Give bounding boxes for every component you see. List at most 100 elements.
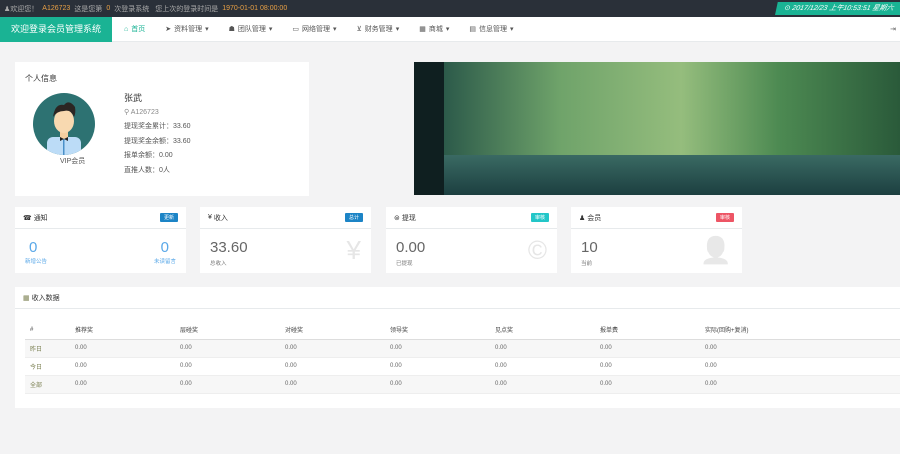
table-cell: 0.00 <box>490 375 595 394</box>
total-income-label: 总收入 <box>210 261 227 267</box>
bonus-total: 提现奖金累计：33.60 <box>124 123 191 130</box>
nav-team[interactable]: ☗ 团队管理 ▾ <box>229 24 273 34</box>
card-title: 通知 <box>33 214 48 222</box>
card-members: ♟ 会员 审核 10 当前 👤 <box>571 207 742 273</box>
table-row: 今日 0.00 0.00 0.00 0.00 0.00 0.00 0.00 <box>25 357 900 376</box>
profile-panel: 个人信息 VIP会员 张武 ⚲ A126723 提现奖金累计：33.60 提现奖… <box>15 62 309 196</box>
nav-label: 商城 <box>428 26 443 33</box>
income-table: # 推荐奖 层碰奖 对碰奖 领导奖 见点奖 报单费 实际(回购+复消) 昨日 0.00 0.00 0… <box>25 321 900 394</box>
profile-details: 张武 ⚲ A126723 提现奖金累计：33.60 提现奖金余额：33.60 报… <box>124 91 191 178</box>
shop-icon: ▦ <box>419 26 426 33</box>
column-header: 见点奖 <box>490 321 595 340</box>
card-badge: 总计 <box>344 213 363 222</box>
table-row: 全部 0.00 0.00 0.00 0.00 0.00 0.00 0.00 <box>25 375 900 394</box>
panel-title: 个人信息 <box>25 74 57 83</box>
table-cell: 0.00 <box>280 339 385 358</box>
table-cell: 0.00 <box>70 357 175 376</box>
table-cell: 0.00 <box>175 375 280 394</box>
member-count-label: 当前 <box>581 261 593 267</box>
table-cell: 0.00 <box>595 357 700 376</box>
card-withdraw: ⊜ 提现 审核 0.00 已提现 © <box>386 207 557 273</box>
income-panel: ▦ 收入数据 # 推荐奖 层碰奖 对碰奖 领导奖 见点奖 报单费 实际(回购+复消) 昨日 0.… <box>15 287 900 408</box>
main-nav: 欢迎登录会员管理系统 ⌂ 首页 ➤ 资料管理 ▾ ☗ 团队管理 ▾ ▭ 网络管理 ▾ ⊻ 财务管… <box>0 16 900 42</box>
cc-icon: ⊜ <box>394 214 400 222</box>
nav-finance[interactable]: ⊻ 财务管理 ▾ <box>357 24 400 34</box>
username: A126723 <box>42 5 71 12</box>
table-cell: 0.00 <box>280 357 385 376</box>
unread-messages-link[interactable]: 未读留言 <box>154 257 176 265</box>
table-cell: 0.00 <box>595 375 700 394</box>
nav-info[interactable]: ▤ 信息管理 ▾ <box>469 24 513 34</box>
column-header: 层碰奖 <box>175 321 280 340</box>
cart-icon: ⊻ <box>356 26 362 33</box>
panel-title: 收入数据 <box>31 294 60 302</box>
team-icon: ☗ <box>228 26 235 33</box>
nav-label: 团队管理 <box>237 26 266 33</box>
withdrawn-label: 已提现 <box>396 261 413 267</box>
nav-label: 财务管理 <box>364 26 393 33</box>
clock: ⊙ 2017/12/23 上午10:53:51 星期六 <box>775 2 900 15</box>
map-marker-icon: ⚲ <box>124 108 130 116</box>
total-income: 33.60 <box>210 239 248 256</box>
nav-shop[interactable]: ▦ 商城 ▾ <box>419 24 449 34</box>
card-notice: ☎ 通知 更新 0 新增公告 0 未读留言 <box>15 207 186 273</box>
home-icon: ⌂ <box>124 25 129 33</box>
add-user-icon: 👤 <box>699 235 732 265</box>
column-header: # <box>25 321 70 340</box>
logout-icon[interactable]: ⇥ <box>890 25 896 33</box>
card-badge: 审核 <box>530 213 549 222</box>
card-badge: 审核 <box>715 213 734 222</box>
table-cell: 0.00 <box>595 339 700 358</box>
column-header: 领导奖 <box>385 321 490 340</box>
table-cell: 0.00 <box>490 357 595 376</box>
table-cell: 0.00 <box>385 339 490 358</box>
table-icon: ▦ <box>23 294 30 302</box>
nav-home[interactable]: ⌂ 首页 <box>124 24 145 34</box>
bonus-balance: 提现奖金余额：33.60 <box>124 137 191 145</box>
info-icon: ▤ <box>469 26 476 33</box>
brand[interactable]: 欢迎登录会员管理系统 <box>0 16 112 42</box>
column-header: 实际(回购+复消) <box>700 321 900 340</box>
member-level: VIP会员 <box>60 158 86 165</box>
table-cell: 全部 <box>25 375 70 394</box>
nav-network[interactable]: ▭ 网络管理 ▾ <box>292 24 336 34</box>
column-header: 报单费 <box>595 321 700 340</box>
table-cell: 0.00 <box>385 375 490 394</box>
new-notices-link[interactable]: 新增公告 <box>25 257 47 265</box>
users-icon: ♟ <box>579 214 586 222</box>
last-login-time: 1970-01-01 08:00:00 <box>222 5 288 12</box>
welcome-text: 欢迎您！ <box>10 5 39 13</box>
unread-messages-count: 0 <box>160 239 169 256</box>
table-row: 昨日 0.00 0.00 0.00 0.00 0.00 0.00 0.00 <box>25 339 900 358</box>
send-icon: ➤ <box>165 26 172 33</box>
table-cell: 0.00 <box>700 375 900 394</box>
table-cell: 0.00 <box>70 375 175 394</box>
last-login-label: 您上次的登录时间是 <box>155 5 219 13</box>
card-income: ¥ 收入 总计 33.60 总收入 ¥ <box>200 207 371 273</box>
card-title: 会员 <box>587 214 602 222</box>
yen-icon: ¥ <box>346 235 361 265</box>
table-cell: 昨日 <box>25 339 70 358</box>
card-badge: 更新 <box>159 213 178 222</box>
login-count: 0 <box>106 5 111 12</box>
table-cell: 0.00 <box>700 339 900 358</box>
login-suffix: 次登录系统 <box>114 5 150 13</box>
card-title: 收入 <box>213 214 228 222</box>
banner-image <box>414 62 900 195</box>
bell-icon: ☎ <box>23 214 32 222</box>
table-cell: 0.00 <box>175 357 280 376</box>
network-icon: ▭ <box>292 26 300 33</box>
new-notices-count: 0 <box>29 239 38 256</box>
cc-icon: © <box>527 235 547 265</box>
member-count: 10 <box>581 239 598 256</box>
table-cell: 0.00 <box>175 339 280 358</box>
table-cell: 0.00 <box>280 375 385 394</box>
table-cell: 今日 <box>25 357 70 376</box>
nav-label: 网络管理 <box>302 26 331 33</box>
nav-profile[interactable]: ➤ 资料管理 ▾ <box>165 24 208 34</box>
login-prefix: 这是您第 <box>74 5 103 13</box>
avatar <box>33 93 95 155</box>
order-balance: 报单余额：0.00 <box>124 152 173 159</box>
clock-text: 2017/12/23 上午10:53:51 星期六 <box>791 5 895 12</box>
card-title: 提现 <box>401 214 416 222</box>
